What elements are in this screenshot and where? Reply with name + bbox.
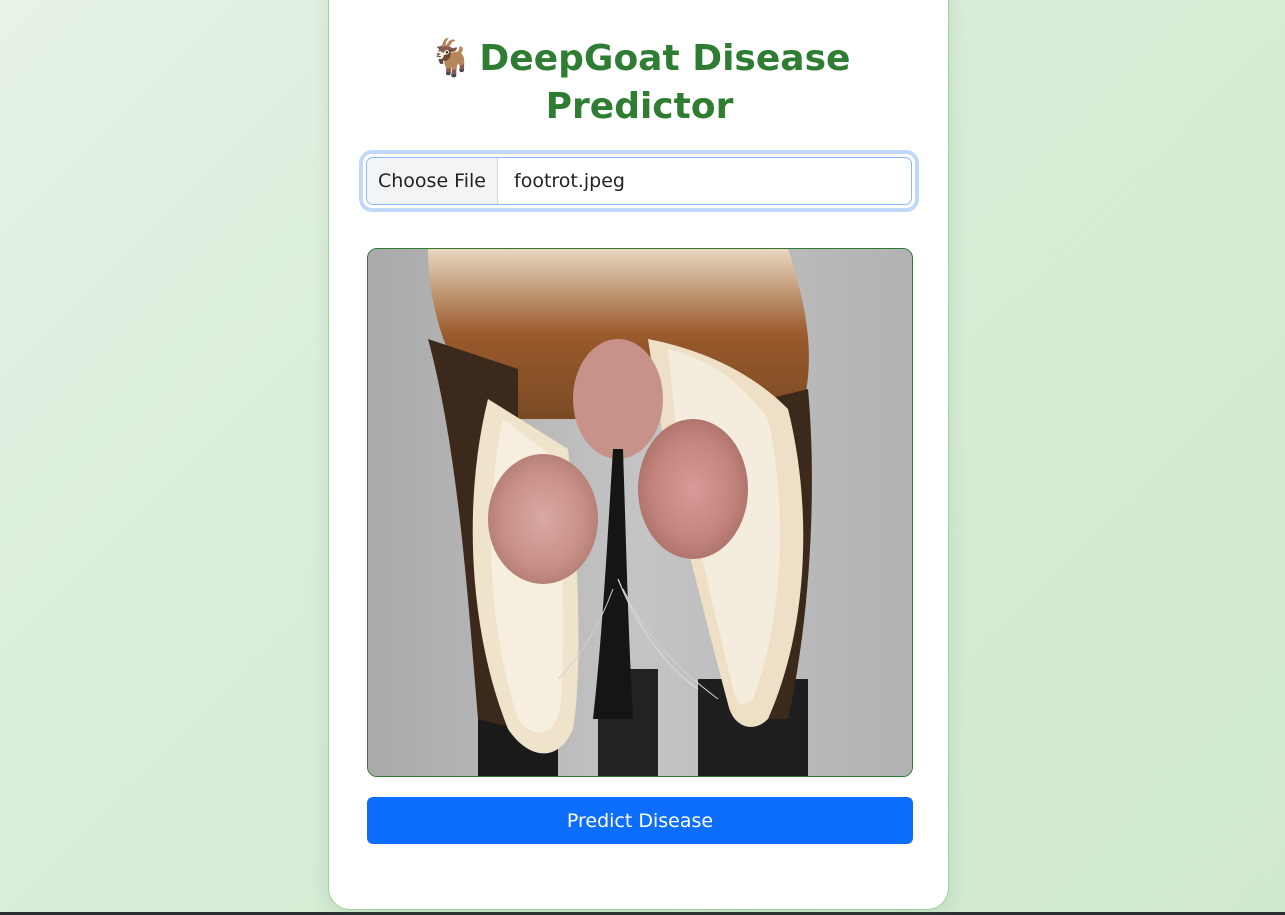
hoof-image bbox=[368, 249, 912, 776]
predictor-card: 🐐 DeepGoat Disease Predictor Choose File … bbox=[328, 0, 949, 910]
choose-file-button[interactable]: Choose File bbox=[367, 158, 498, 204]
goat-icon: 🐐 bbox=[428, 38, 474, 79]
selected-file-name: footrot.jpeg bbox=[514, 170, 625, 192]
page-title-text: DeepGoat Disease Predictor bbox=[479, 38, 851, 127]
predict-disease-button[interactable]: Predict Disease bbox=[367, 797, 913, 844]
file-input[interactable]: Choose File footrot.jpeg bbox=[366, 157, 912, 205]
file-upload-field[interactable]: Choose File footrot.jpeg bbox=[363, 154, 915, 208]
image-preview bbox=[367, 248, 913, 777]
page-title: 🐐 DeepGoat Disease Predictor bbox=[329, 35, 950, 131]
